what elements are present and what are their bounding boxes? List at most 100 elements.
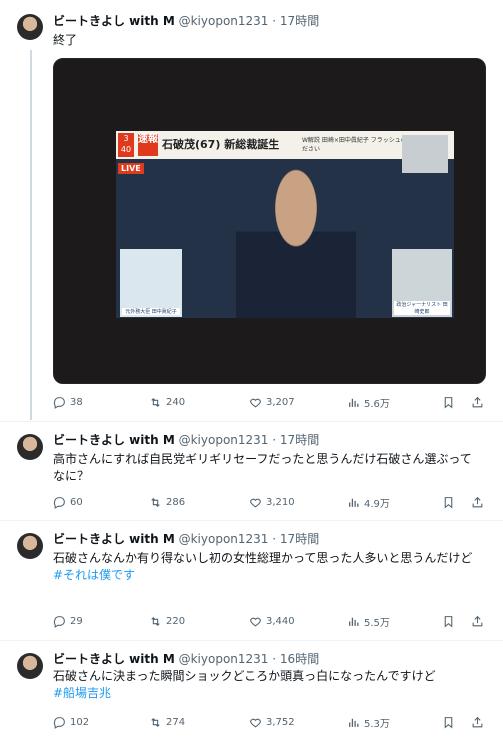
repost-button[interactable]: 220 <box>149 613 185 629</box>
bookmark-button[interactable] <box>442 394 455 410</box>
tv-screen: 3 40 速報 石破茂(67) 新総裁誕生 W解説 田崎×田中眞紀子 フラッシュ… <box>116 131 454 318</box>
share-icon <box>471 716 484 729</box>
avatar[interactable] <box>17 14 43 40</box>
reply-icon <box>53 496 66 509</box>
hashtag-link[interactable]: #船場吉兆 <box>53 685 483 702</box>
tweet[interactable]: ビートきよし with M @kiyopon1231 · 17時間 終了 3 4… <box>0 0 503 420</box>
views-button[interactable]: 5.5万 <box>347 613 390 629</box>
like-count: 3,752 <box>266 716 295 728</box>
reply-button[interactable]: 60 <box>53 494 83 510</box>
timestamp[interactable]: 17時間 <box>280 14 319 28</box>
reply-icon <box>53 716 66 729</box>
tweet-header: ビートきよし with M @kiyopon1231 · 17時間 <box>53 532 320 546</box>
share-button[interactable] <box>471 714 484 730</box>
author-handle[interactable]: @kiyopon1231 <box>179 433 269 447</box>
reply-button[interactable]: 29 <box>53 613 83 629</box>
views-button[interactable]: 5.3万 <box>347 714 390 730</box>
heart-icon <box>249 716 262 729</box>
share-icon <box>471 496 484 509</box>
view-count: 5.3万 <box>364 718 390 730</box>
breaking-badge: 速報 <box>138 134 158 156</box>
tweet-text: 石破さんなんか有り得ないし初の女性総理かって思った人多いと思うんだけど #それは… <box>53 550 483 584</box>
bookmark-icon <box>442 396 455 409</box>
tv-headline: 石破茂(67) 新総裁誕生 <box>162 138 280 151</box>
tweet-text: 石破さんに決まった瞬間ショックどころか頭真っ白になったんですけど #船場吉兆 <box>53 668 483 702</box>
author-handle[interactable]: @kiyopon1231 <box>179 532 269 546</box>
timestamp[interactable]: 17時間 <box>280 532 319 546</box>
repost-count: 240 <box>166 396 186 408</box>
tweet-text: 終了 <box>53 33 78 47</box>
author-name[interactable]: ビートきよし with M <box>53 433 175 447</box>
hashtag-link[interactable]: #それは僕です <box>53 567 483 584</box>
reply-icon <box>53 615 66 628</box>
repost-icon <box>149 615 162 628</box>
heart-icon <box>249 615 262 628</box>
like-button[interactable]: 3,752 <box>249 714 295 730</box>
timestamp[interactable]: 16時間 <box>280 652 319 666</box>
author-handle[interactable]: @kiyopon1231 <box>179 14 269 28</box>
tweet-text-line: 石破さんなんか有り得ないし初の女性総理かって思った人多いと思うんだけど <box>53 551 473 565</box>
tweet-text-line: 石破さんに決まった瞬間ショックどころか頭真っ白になったんですけど <box>53 669 436 683</box>
view-count: 4.9万 <box>364 498 390 510</box>
bar-chart-icon <box>347 496 360 509</box>
like-button[interactable]: 3,440 <box>249 613 295 629</box>
tweet-actions: 38 240 3,207 5.6万 <box>53 394 489 410</box>
share-button[interactable] <box>471 613 484 629</box>
like-button[interactable]: 3,210 <box>249 494 295 510</box>
heart-icon <box>249 496 262 509</box>
like-button[interactable]: 3,207 <box>249 394 295 410</box>
author-handle[interactable]: @kiyopon1231 <box>179 652 269 666</box>
tweet-photo[interactable]: 3 40 速報 石破茂(67) 新総裁誕生 W解説 田崎×田中眞紀子 フラッシュ… <box>53 58 486 384</box>
tweet-text: 高市さんにすれば自民党ギリギリセーフだったと思うんだけ石破さん選ぶってなに？ <box>53 452 472 483</box>
pip-left-label: 元外務大臣 田中眞紀子 <box>122 308 180 315</box>
bookmark-button[interactable] <box>442 714 455 730</box>
tweet-actions: 60 286 3,210 4.9万 <box>53 494 489 510</box>
tv-pip-left: 元外務大臣 田中眞紀子 <box>120 249 182 317</box>
tweet[interactable]: ビートきよし with M @kiyopon1231 · 17時間 石破さんなん… <box>0 521 503 639</box>
repost-button[interactable]: 286 <box>149 494 185 510</box>
bookmark-icon <box>442 496 455 509</box>
repost-count: 274 <box>166 716 186 728</box>
repost-icon <box>149 716 162 729</box>
bookmark-button[interactable] <box>442 613 455 629</box>
reply-button[interactable]: 38 <box>53 394 83 410</box>
author-name[interactable]: ビートきよし with M <box>53 14 175 28</box>
avatar[interactable] <box>17 434 43 460</box>
reply-count: 60 <box>70 496 83 508</box>
repost-count: 286 <box>166 496 186 508</box>
share-button[interactable] <box>471 494 484 510</box>
reply-count: 102 <box>70 716 90 728</box>
bookmark-icon <box>442 716 455 729</box>
avatar[interactable] <box>17 653 43 679</box>
timestamp[interactable]: 17時間 <box>280 433 319 447</box>
tweet[interactable]: ビートきよし with M @kiyopon1231 · 16時間 石破さんに決… <box>0 641 503 737</box>
share-button[interactable] <box>471 394 484 410</box>
repost-icon <box>149 396 162 409</box>
tweet-header: ビートきよし with M @kiyopon1231 · 16時間 <box>53 652 320 666</box>
tweet-header: ビートきよし with M @kiyopon1231 · 17時間 <box>53 14 320 28</box>
share-icon <box>471 396 484 409</box>
repost-icon <box>149 496 162 509</box>
views-button[interactable]: 5.6万 <box>347 394 390 410</box>
repost-button[interactable]: 240 <box>149 394 185 410</box>
heart-icon <box>249 396 262 409</box>
channel-badge: 3 40 <box>118 133 134 157</box>
author-name[interactable]: ビートきよし with M <box>53 532 175 546</box>
bar-chart-icon <box>347 615 360 628</box>
author-name[interactable]: ビートきよし with M <box>53 652 175 666</box>
bookmark-button[interactable] <box>442 494 455 510</box>
reply-icon <box>53 396 66 409</box>
pip-right-label: 政治ジャーナリスト 田崎史郎 <box>394 301 450 315</box>
avatar[interactable] <box>17 533 43 559</box>
view-count: 5.6万 <box>364 398 390 410</box>
repost-button[interactable]: 274 <box>149 714 185 730</box>
reply-count: 38 <box>70 396 83 408</box>
tv-pip-right: 政治ジャーナリスト 田崎史郎 <box>392 249 452 317</box>
reply-button[interactable]: 102 <box>53 714 89 730</box>
bar-chart-icon <box>347 716 360 729</box>
views-button[interactable]: 4.9万 <box>347 494 390 510</box>
tweet[interactable]: ビートきよし with M @kiyopon1231 · 17時間 高市さんにす… <box>0 422 503 520</box>
share-icon <box>471 615 484 628</box>
repost-count: 220 <box>166 615 186 627</box>
bookmark-icon <box>442 615 455 628</box>
